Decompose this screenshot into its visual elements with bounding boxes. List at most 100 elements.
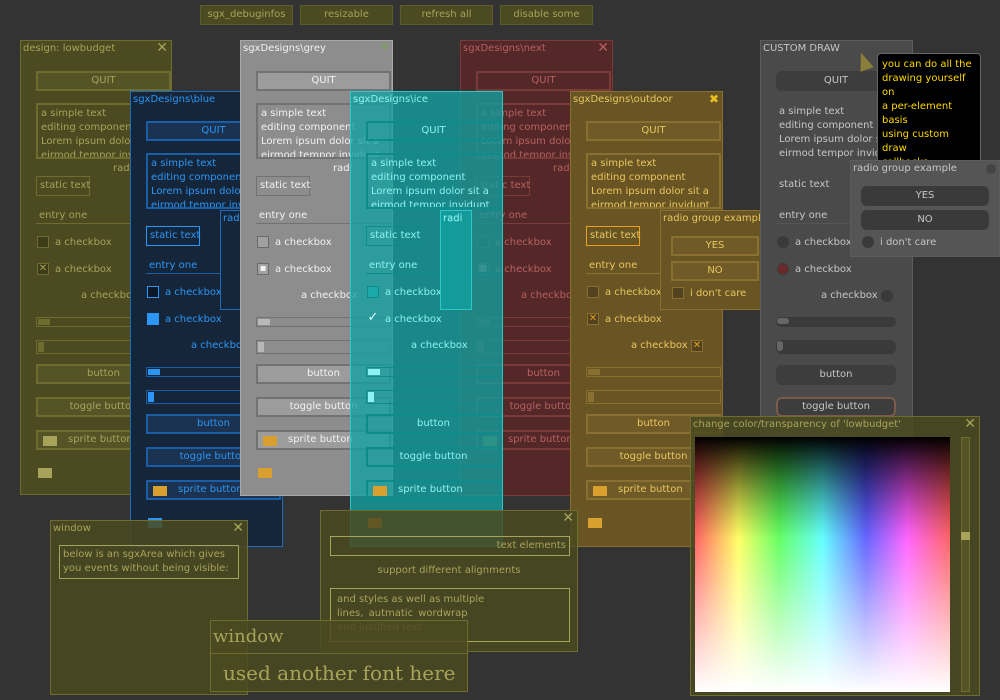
close-icon[interactable]: ✕ [232,521,244,536]
checkbox-checked[interactable]: a checkbox [777,263,852,277]
folder-icon [593,486,607,496]
ice-window[interactable]: sgxDesigns\ice QUIT a simple text editin… [350,91,503,547]
disable-some-button[interactable]: disable some [500,5,593,25]
radio-yes[interactable]: YES [861,186,989,206]
static-text: static text [779,179,830,190]
slider-handle[interactable] [961,532,970,540]
tooltip-line: you can do all the [882,59,972,70]
checkbox[interactable]: a checkbox [777,236,852,250]
close-icon[interactable]: ✕ [562,511,574,526]
text-line: editing component [371,172,466,183]
radio-group-title: radi [443,213,463,224]
checkbox-box: ✕ [37,263,49,275]
button[interactable]: button [366,414,501,434]
folder-icon [153,486,167,496]
window-title: sgxDesigns\ice [353,94,429,105]
color-picker-field[interactable] [695,437,950,692]
slider[interactable] [586,367,721,377]
refresh-all-button[interactable]: refresh all [400,5,493,25]
checkbox-label-right[interactable]: a checkbox [821,290,878,301]
window-title: sgxDesigns\grey [243,43,326,54]
checkbox[interactable]: a checkbox [37,236,112,250]
tooltip-line: a per-element basis [882,101,953,126]
checkbox-right[interactable]: ✕ [691,340,709,354]
checkbox-box [147,286,159,298]
checkbox-right[interactable] [881,290,899,304]
radio-no[interactable]: NO [861,210,989,230]
checkbox-checked[interactable]: ■a checkbox [147,313,222,327]
checkbox-checked[interactable]: ✕ a checkbox [587,313,662,327]
checkbox-box: ▪ [257,263,269,275]
close-icon[interactable]: ✖ [709,92,719,107]
checkbox-label-right[interactable]: a checkbox [631,340,688,351]
text-line: Lorem ipsum dolor sit a [371,186,489,197]
window-title: sgxDesigns\outdoor [573,94,673,105]
quit-button[interactable]: QUIT [366,121,501,141]
text-edit-area[interactable]: a simple text editing component Lorem ip… [586,153,721,209]
toggle-button[interactable]: toggle button [776,397,896,417]
text-line: you events without being visible: [63,563,229,574]
window-title: change color/transparency of 'lowbudget' [693,419,901,430]
slider[interactable] [776,317,896,327]
color-window[interactable]: change color/transparency of 'lowbudget'… [690,416,980,696]
checkbox[interactable]: a checkbox [257,236,332,250]
checkbox-checked[interactable]: ✓ a checkbox [367,311,442,327]
text-line: Lorem ipsum dolor sit a [591,186,709,197]
text-edit-area[interactable]: a simple text editing component Lorem ip… [366,153,501,209]
font-window[interactable]: window used another font here [210,620,468,692]
checkbox[interactable]: a checkbox [147,286,222,300]
checkbox-checked[interactable]: ▪ a checkbox [257,263,332,277]
close-icon[interactable]: ✕ [964,417,976,432]
quit-button[interactable]: QUIT [36,71,171,91]
radio-yes[interactable]: YES [671,236,759,256]
checkbox-label-right[interactable]: a checkbox [411,340,468,351]
resizable-button[interactable]: resizable [300,5,393,25]
radio-no[interactable]: NO [671,261,759,281]
checkbox-box [37,236,49,248]
checkbox-box: ✕ [587,313,599,325]
center-aligned-text: support different alignments [377,565,521,576]
radio-dont-care[interactable]: i don't care [862,236,936,250]
radio-dont-care[interactable]: i don't care [672,287,746,301]
radio-group-title: radio group example [853,163,957,174]
folder-icon [263,436,277,446]
quit-button[interactable]: QUIT [586,121,721,141]
button[interactable]: button [776,365,896,385]
custom-radio-group[interactable]: radio group example YES NO i don't care [850,160,1000,257]
static-text: static text [586,226,640,246]
quit-button[interactable]: QUIT [476,71,611,91]
transparency-slider[interactable] [961,437,970,692]
text-line: lines, autmatic wordwrap [337,608,468,619]
ice-radio-group-fragment[interactable]: radi [440,210,472,310]
toggle-button[interactable]: toggle button [366,447,501,467]
text-line: eirmod tempor invidunt [371,200,490,209]
checkbox-box [862,236,874,248]
text-line: eirmod tempor invidunt [779,148,896,159]
outdoor-radio-group[interactable]: radio group example YES NO i don't care [660,210,762,310]
text-line: a simple text [779,106,845,117]
scrollbar[interactable] [366,390,501,404]
tooltip: you can do all the drawing yourself on a… [877,53,981,175]
close-icon[interactable]: ✕ [156,41,168,56]
move-icon[interactable]: ✥ [381,41,389,56]
slider[interactable] [366,367,501,377]
text-line: a simple text [371,158,437,169]
checkbox-box [672,287,684,299]
text-line: editing component [779,120,874,131]
right-aligned-text: text elements [330,536,570,556]
entry-field[interactable]: entry one [366,258,501,274]
close-icon[interactable]: ✕ [597,41,609,56]
checkbox[interactable]: a checkbox [367,286,442,300]
folder-icon [258,468,272,478]
quit-button[interactable]: QUIT [256,71,391,91]
window-title: design: lowbudget [23,43,116,54]
text-line: editing component [591,172,686,183]
checkbox-box [881,290,893,302]
scrollbar[interactable] [776,340,896,354]
checkbox-box [367,286,379,298]
close-icon[interactable] [986,164,996,174]
debuginfos-button[interactable]: sgx_debuginfos [200,5,293,25]
scrollbar[interactable] [586,390,721,404]
checkbox[interactable]: a checkbox [587,286,662,300]
checkbox-checked[interactable]: ✕ a checkbox [37,263,112,277]
